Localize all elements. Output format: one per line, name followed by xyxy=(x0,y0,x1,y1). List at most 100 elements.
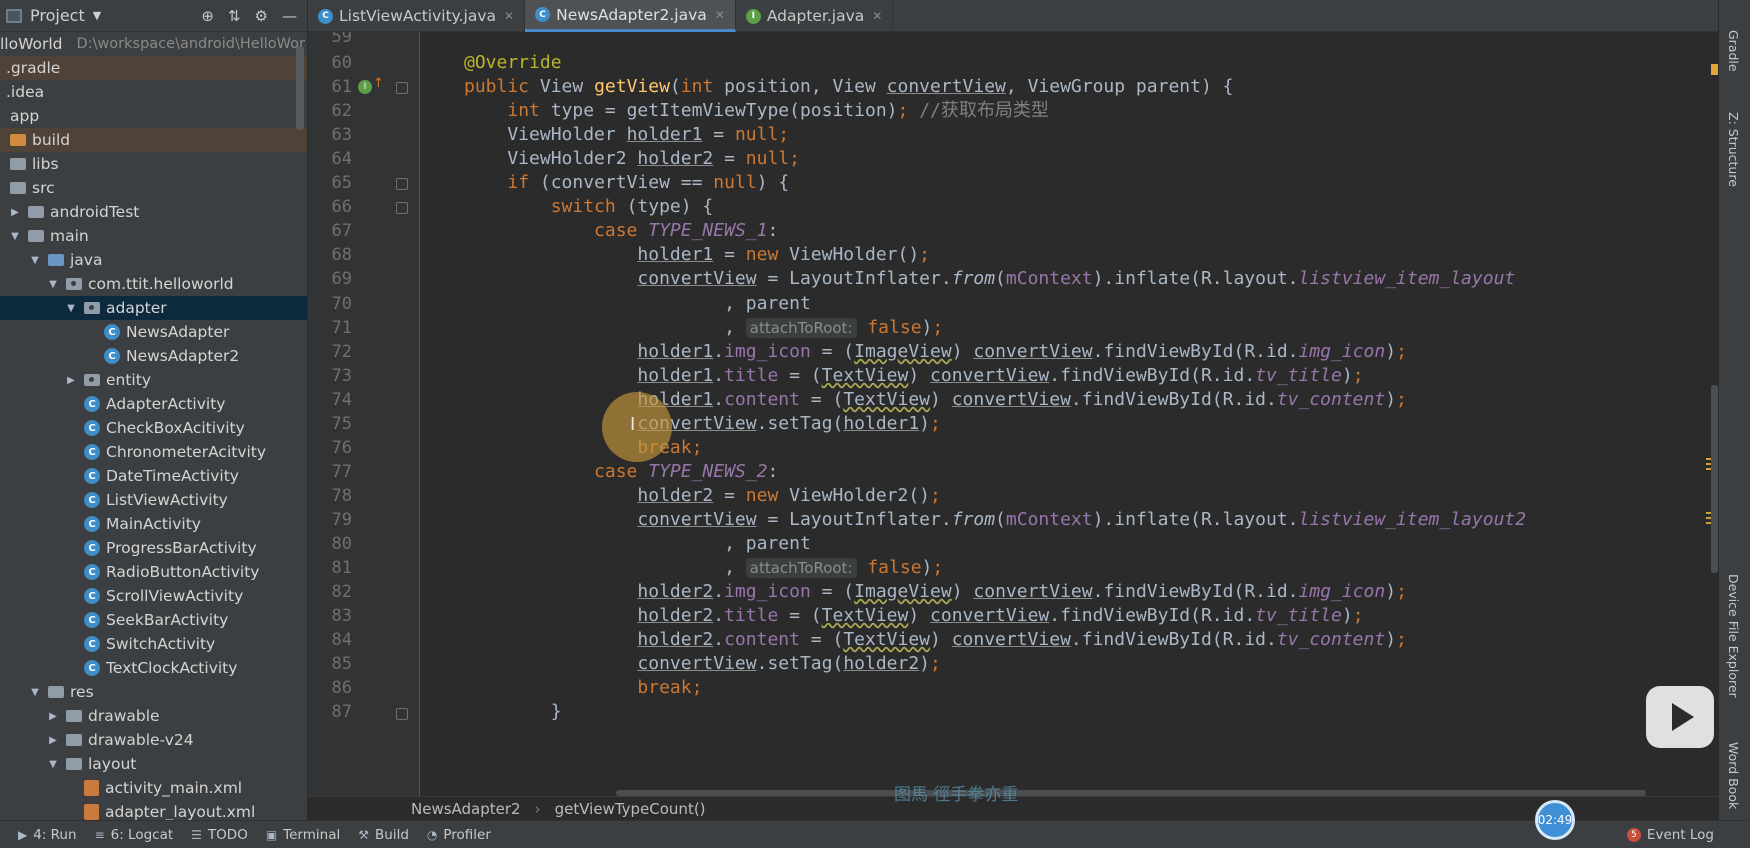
device-file-explorer-button[interactable]: Device File Explorer xyxy=(1726,574,1741,698)
arrow-up-icon: ↑ xyxy=(373,76,384,91)
todo-tool-button[interactable]: ☰ TODO xyxy=(191,827,248,843)
folder-icon xyxy=(28,206,44,218)
structure-tool-button[interactable]: Z: Structure xyxy=(1726,112,1741,187)
chevron-right-icon[interactable]: ▶ xyxy=(8,207,22,218)
fold-marker-icon[interactable] xyxy=(396,708,408,720)
tree-item-class[interactable]: C ChronometerAcitvity xyxy=(0,440,307,464)
tree-item-adapter[interactable]: ▼ adapter xyxy=(0,296,307,320)
tree-item-xml[interactable]: activity_main.xml xyxy=(0,776,307,800)
chevron-down-icon[interactable]: ▼ xyxy=(28,255,42,266)
hide-panel-icon[interactable]: — xyxy=(282,7,297,25)
close-icon[interactable]: ✕ xyxy=(872,9,882,23)
chevron-down-icon[interactable]: ▼ xyxy=(8,231,22,242)
tree-item-entity[interactable]: ▶ entity xyxy=(0,368,307,392)
tab-newsadapter2[interactable]: C NewsAdapter2.java ✕ xyxy=(525,0,736,32)
chevron-down-icon[interactable]: ▼ xyxy=(93,9,101,22)
tree-item-label: RadioButtonActivity xyxy=(106,563,260,581)
profiler-tool-button[interactable]: ◔ Profiler xyxy=(427,827,491,843)
collapse-all-icon[interactable]: ⇅ xyxy=(228,7,241,25)
project-panel-title[interactable]: Project xyxy=(30,6,85,25)
run-tool-button[interactable]: ▶ 4: Run xyxy=(18,827,77,843)
tree-item-newsadapter2[interactable]: C NewsAdapter2 xyxy=(0,344,307,368)
chevron-down-icon[interactable]: ▼ xyxy=(46,759,60,770)
class-icon: C xyxy=(84,660,100,676)
line-number: 68 xyxy=(331,245,352,265)
close-icon[interactable]: ✕ xyxy=(504,9,514,23)
fold-marker-icon[interactable] xyxy=(396,202,408,214)
chevron-right-icon[interactable]: ▶ xyxy=(46,711,60,722)
folder-icon xyxy=(10,158,26,170)
breadcrumb-method[interactable]: getViewTypeCount() xyxy=(555,800,706,818)
logcat-tool-button[interactable]: ≡ 6: Logcat xyxy=(95,827,174,843)
event-log-button[interactable]: 5 Event Log xyxy=(1626,821,1714,848)
locate-target-icon[interactable]: ⊕ xyxy=(201,7,214,25)
close-icon[interactable]: ✕ xyxy=(715,8,725,22)
fold-marker-icon[interactable] xyxy=(396,82,408,94)
line-number: 67 xyxy=(331,221,352,241)
chevron-right-icon[interactable]: ▶ xyxy=(46,735,60,746)
tree-item-layout[interactable]: ▼ layout xyxy=(0,752,307,776)
tree-item-class[interactable]: C TextClockActivity xyxy=(0,656,307,680)
tree-item-class[interactable]: C RadioButtonActivity xyxy=(0,560,307,584)
tree-item-newsadapter[interactable]: C NewsAdapter xyxy=(0,320,307,344)
code-editor[interactable]: 59 60 61 62 63 64 65 66 67 68 69 70 71 7… xyxy=(308,32,1718,796)
tree-item-res[interactable]: ▼ res xyxy=(0,680,307,704)
tree-item-class[interactable]: C ScrollViewActivity xyxy=(0,584,307,608)
code-line: case TYPE_NEWS_2: xyxy=(594,461,779,482)
override-method-icon[interactable]: I xyxy=(358,80,372,94)
code-line: switch (type) { xyxy=(550,196,714,217)
line-number: 78 xyxy=(331,486,352,506)
folder-icon xyxy=(66,734,82,746)
tree-item-class[interactable]: C ListViewActivity xyxy=(0,488,307,512)
vertical-scrollbar[interactable] xyxy=(1711,385,1718,573)
tree-item-class[interactable]: C AdapterActivity xyxy=(0,392,307,416)
line-number: 79 xyxy=(331,510,352,530)
tree-root-name: lloWorld xyxy=(0,35,63,53)
fold-marker-icon[interactable] xyxy=(396,178,408,190)
tree-item-idea[interactable]: .idea xyxy=(0,80,307,104)
tree-item-package[interactable]: ▼ com.ttit.helloworld xyxy=(0,272,307,296)
tree-item-androidtest[interactable]: ▶ androidTest xyxy=(0,200,307,224)
tree-root[interactable]: lloWorld D:\workspace\android\HelloWor xyxy=(0,32,307,56)
word-book-button[interactable]: Word Book xyxy=(1726,742,1741,809)
tree-item-class[interactable]: C ProgressBarActivity xyxy=(0,536,307,560)
tab-adapter[interactable]: I Adapter.java ✕ xyxy=(736,0,894,32)
tree-item-class[interactable]: C SeekBarActivity xyxy=(0,608,307,632)
chevron-right-icon[interactable]: ▶ xyxy=(64,375,78,386)
tree-item-java[interactable]: ▼ java xyxy=(0,248,307,272)
build-tool-button[interactable]: ⚒ Build xyxy=(358,827,409,843)
tree-scrollbar[interactable] xyxy=(296,46,304,130)
tree-item-label: libs xyxy=(32,155,59,173)
tree-item-class[interactable]: C MainActivity xyxy=(0,512,307,536)
tree-item-main[interactable]: ▼ main xyxy=(0,224,307,248)
tree-item-label: java xyxy=(70,251,103,269)
tree-item-src[interactable]: src xyxy=(0,176,307,200)
tree-item-drawable[interactable]: ▶ drawable xyxy=(0,704,307,728)
tree-item-libs[interactable]: libs xyxy=(0,152,307,176)
tree-item-build[interactable]: build xyxy=(0,128,307,152)
tree-item-label: ListViewActivity xyxy=(106,491,228,509)
bottom-tool-bar: ▶ 4: Run ≡ 6: Logcat ☰ TODO ▣ Terminal ⚒… xyxy=(0,820,1750,848)
tree-item-gradle[interactable]: .gradle xyxy=(0,56,307,80)
code-line: if (convertView == null) { xyxy=(507,172,790,193)
xml-file-icon xyxy=(84,804,99,820)
project-panel-header[interactable]: Project ▼ ⊕ ⇅ ⚙ — xyxy=(0,0,307,32)
video-play-button[interactable] xyxy=(1646,686,1714,748)
chevron-down-icon[interactable]: ▼ xyxy=(64,303,78,314)
tree-item-app[interactable]: app xyxy=(0,104,307,128)
tree-item-class[interactable]: C SwitchActivity xyxy=(0,632,307,656)
breadcrumb-class[interactable]: NewsAdapter2 xyxy=(411,800,521,818)
tab-listviewactivity[interactable]: C ListViewActivity.java ✕ xyxy=(308,0,526,32)
gradle-tool-button[interactable]: Gradle xyxy=(1726,30,1741,72)
package-icon xyxy=(84,302,100,314)
gear-icon[interactable]: ⚙ xyxy=(255,7,268,25)
tree-item-class[interactable]: C CheckBoxAcitivity xyxy=(0,416,307,440)
chevron-down-icon[interactable]: ▼ xyxy=(28,687,42,698)
project-panel: Project ▼ ⊕ ⇅ ⚙ — lloWorld D:\workspace\… xyxy=(0,0,308,821)
chevron-down-icon[interactable]: ▼ xyxy=(46,279,60,290)
play-icon: ▶ xyxy=(18,827,28,842)
terminal-tool-button[interactable]: ▣ Terminal xyxy=(266,827,340,843)
tree-item-drawable-v24[interactable]: ▶ drawable-v24 xyxy=(0,728,307,752)
code-line: convertView = LayoutInflater.from(mConte… xyxy=(637,509,1527,530)
tree-item-class[interactable]: C DateTimeActivity xyxy=(0,464,307,488)
